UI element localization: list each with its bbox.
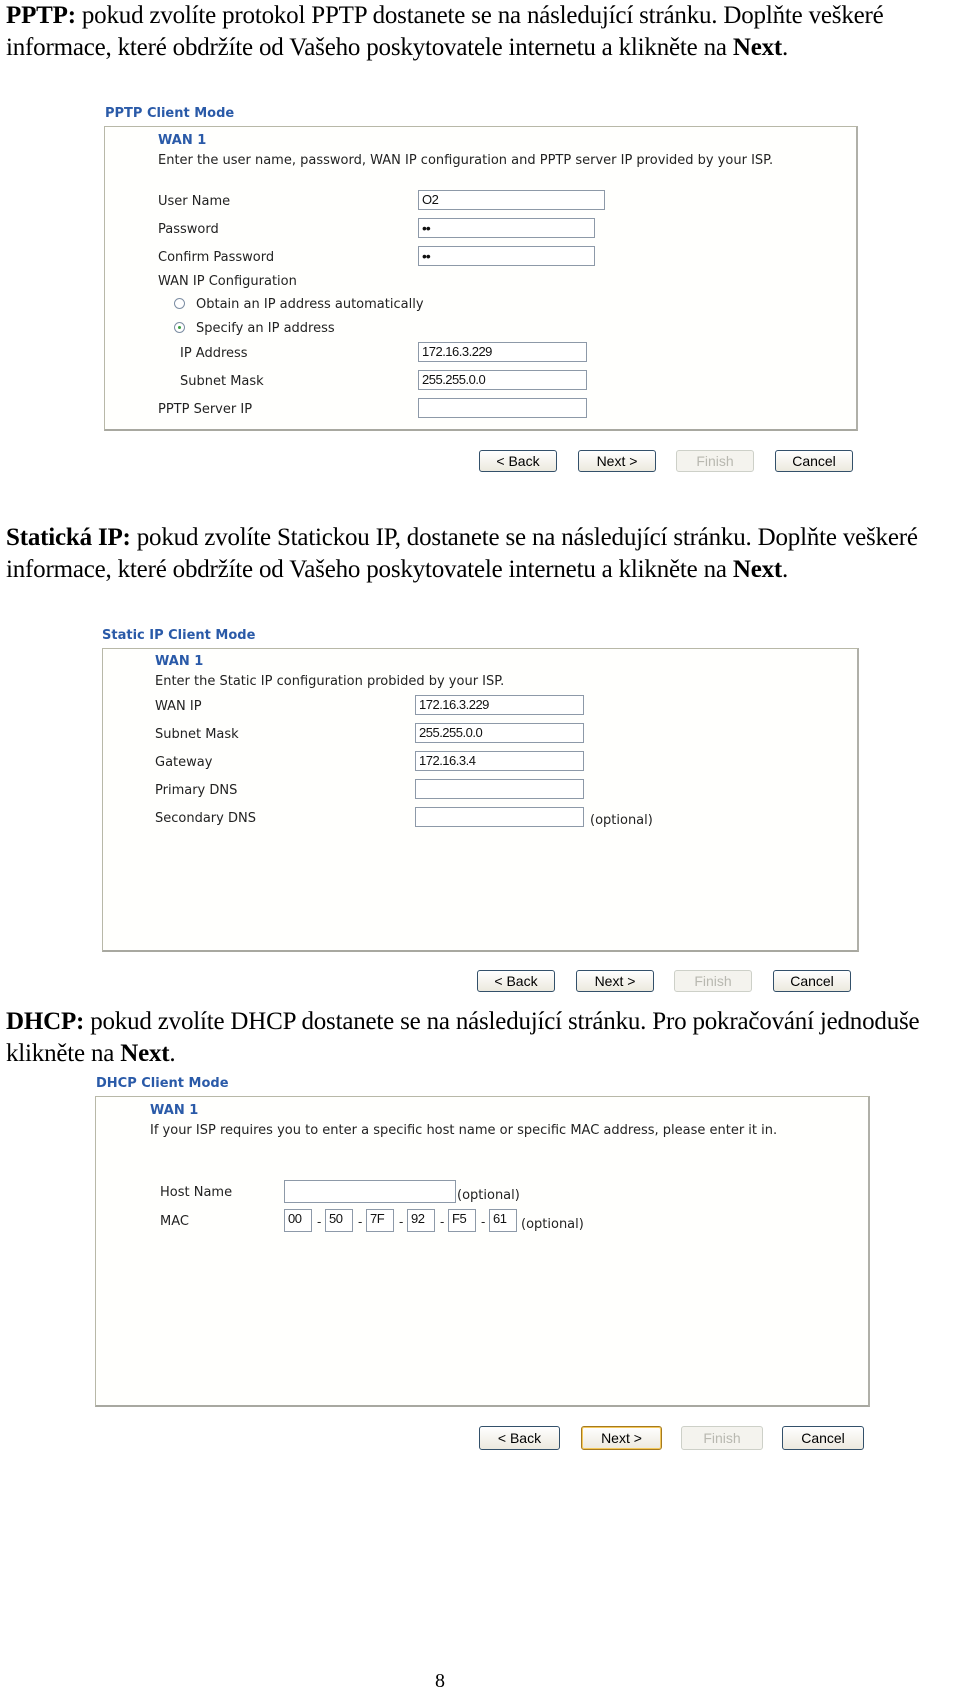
dhcp-panel bbox=[95, 1096, 870, 1407]
static-wan-label: WAN 1 bbox=[155, 654, 204, 669]
gateway-input[interactable]: 172.16.3.4 bbox=[415, 751, 584, 771]
host-name-optional-note: (optional) bbox=[457, 1188, 520, 1203]
pptp-instructions: Enter the user name, password, WAN IP co… bbox=[158, 153, 774, 168]
password-label: Password bbox=[158, 222, 219, 237]
static-instructions: Enter the Static IP configuration probid… bbox=[155, 674, 505, 689]
secondary-dns-optional-note: (optional) bbox=[590, 813, 653, 828]
specify-ip-radio[interactable] bbox=[174, 322, 185, 333]
mac-separator: - bbox=[317, 1214, 322, 1229]
static-next-button[interactable]: Next > bbox=[576, 970, 654, 992]
static-panel-title: Static IP Client Mode bbox=[102, 628, 256, 643]
password-input[interactable]: •• bbox=[418, 218, 595, 238]
pptp-finish-button: Finish bbox=[676, 450, 754, 472]
wan-ip-label: WAN IP bbox=[155, 699, 202, 714]
pptp-intro: PPTP: pokud zvolíte protokol PPTP dostan… bbox=[6, 2, 884, 61]
pptp-back-button[interactable]: < Back bbox=[479, 450, 557, 472]
wan-ip-config-label: WAN IP Configuration bbox=[158, 274, 297, 289]
pptp-cancel-button[interactable]: Cancel bbox=[775, 450, 853, 472]
pptp-panel-title: PPTP Client Mode bbox=[105, 106, 235, 121]
wan-ip-input[interactable]: 172.16.3.229 bbox=[415, 695, 584, 715]
mac-label: MAC bbox=[160, 1214, 189, 1229]
static-back-button[interactable]: < Back bbox=[477, 970, 555, 992]
static-finish-button: Finish bbox=[674, 970, 752, 992]
specify-ip-label[interactable]: Specify an IP address bbox=[196, 321, 335, 336]
pptp-wan-label: WAN 1 bbox=[158, 133, 207, 148]
mac-separator: - bbox=[358, 1214, 363, 1229]
static-cancel-button[interactable]: Cancel bbox=[773, 970, 851, 992]
dhcp-wan-label: WAN 1 bbox=[150, 1103, 199, 1118]
page-number: 8 bbox=[435, 1670, 445, 1692]
static-panel bbox=[102, 648, 859, 952]
dhcp-instructions: If your ISP requires you to enter a spec… bbox=[150, 1123, 778, 1138]
pptp-subnet-mask-label: Subnet Mask bbox=[180, 374, 264, 389]
primary-dns-input[interactable] bbox=[415, 779, 584, 799]
static-subnet-mask-label: Subnet Mask bbox=[155, 727, 239, 742]
mac-separator: - bbox=[440, 1214, 445, 1229]
static-subnet-mask-input[interactable]: 255.255.0.0 bbox=[415, 723, 584, 743]
dhcp-next-button[interactable]: Next > bbox=[581, 1426, 662, 1450]
ip-address-label: IP Address bbox=[180, 346, 248, 361]
confirm-password-label: Confirm Password bbox=[158, 250, 275, 265]
user-name-input[interactable]: O2 bbox=[418, 190, 605, 210]
primary-dns-label: Primary DNS bbox=[155, 783, 238, 798]
pptp-next-button[interactable]: Next > bbox=[578, 450, 656, 472]
dhcp-cancel-button[interactable]: Cancel bbox=[782, 1426, 864, 1450]
confirm-password-input[interactable]: •• bbox=[418, 246, 595, 266]
pptp-server-ip-input[interactable] bbox=[418, 398, 587, 418]
mac-octet-3-input[interactable]: 7F bbox=[366, 1209, 394, 1232]
secondary-dns-label: Secondary DNS bbox=[155, 811, 256, 826]
static-intro: Statická IP: pokud zvolíte Statickou IP,… bbox=[6, 524, 918, 583]
dhcp-back-button[interactable]: < Back bbox=[479, 1426, 560, 1450]
mac-separator: - bbox=[399, 1214, 404, 1229]
mac-octet-6-input[interactable]: 61 bbox=[489, 1209, 517, 1232]
dhcp-finish-button: Finish bbox=[681, 1426, 763, 1450]
mac-octet-4-input[interactable]: 92 bbox=[407, 1209, 435, 1232]
mac-octet-2-input[interactable]: 50 bbox=[325, 1209, 353, 1232]
dhcp-intro: DHCP: pokud zvolíte DHCP dostanete se na… bbox=[6, 1008, 920, 1067]
mac-separator: - bbox=[481, 1214, 486, 1229]
pptp-intro-heading: PPTP: bbox=[6, 2, 76, 29]
static-intro-heading: Statická IP: bbox=[6, 524, 131, 551]
dhcp-panel-title: DHCP Client Mode bbox=[96, 1076, 229, 1091]
obtain-ip-auto-radio[interactable] bbox=[174, 298, 185, 309]
gateway-label: Gateway bbox=[155, 755, 213, 770]
mac-octet-5-input[interactable]: F5 bbox=[448, 1209, 476, 1232]
obtain-ip-auto-label[interactable]: Obtain an IP address automatically bbox=[196, 297, 424, 312]
mac-octet-1-input[interactable]: 00 bbox=[284, 1209, 312, 1232]
host-name-label: Host Name bbox=[160, 1185, 233, 1200]
dhcp-intro-heading: DHCP: bbox=[6, 1008, 85, 1035]
secondary-dns-input[interactable] bbox=[415, 807, 584, 827]
ip-address-input[interactable]: 172.16.3.229 bbox=[418, 342, 587, 362]
pptp-subnet-mask-input[interactable]: 255.255.0.0 bbox=[418, 370, 587, 390]
user-name-label: User Name bbox=[158, 194, 231, 209]
host-name-input[interactable] bbox=[284, 1180, 456, 1203]
pptp-server-ip-label: PPTP Server IP bbox=[158, 402, 253, 417]
mac-optional-note: (optional) bbox=[521, 1217, 584, 1232]
